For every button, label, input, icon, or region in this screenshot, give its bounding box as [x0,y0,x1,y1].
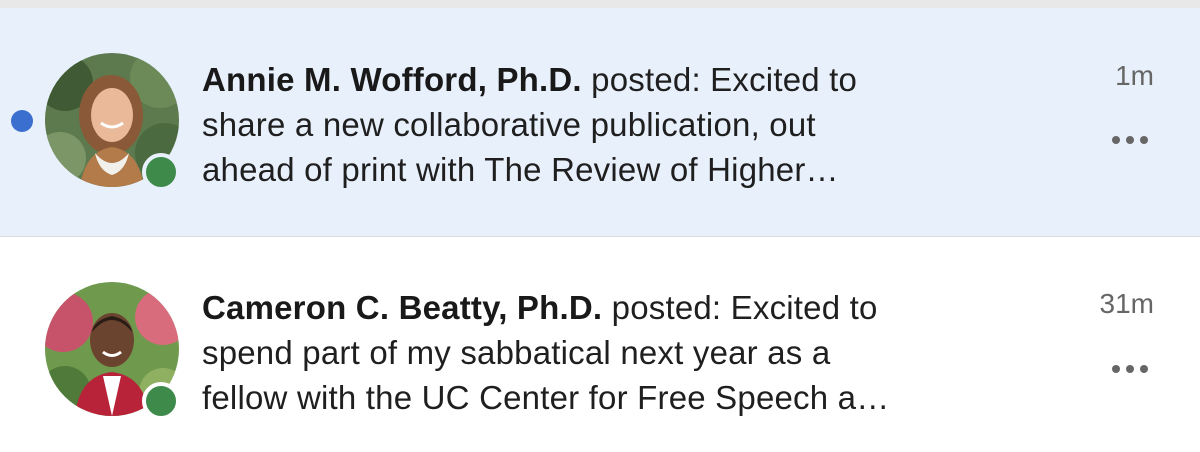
notification-line-2: share a new collaborative publication, o… [202,106,816,143]
unread-dot-icon [11,110,33,132]
notification-line-3: fellow with the UC Center for Free Speec… [202,379,890,416]
notification-line-1: Cameron C. Beatty, Ph.D. posted: Excited… [202,285,1032,330]
more-options-icon[interactable] [1112,363,1152,375]
author-name[interactable]: Annie M. Wofford, Ph.D. [202,61,582,98]
more-options-icon[interactable] [1112,134,1152,146]
notification-item[interactable]: Annie M. Wofford, Ph.D. posted: Excited … [0,8,1200,236]
notification-line-2: spend part of my sabbatical next year as… [202,334,831,371]
notification-line-1: Annie M. Wofford, Ph.D. posted: Excited … [202,57,1032,102]
top-divider [0,0,1200,8]
timestamp: 1m [1115,60,1154,91]
notification-item[interactable]: Cameron C. Beatty, Ph.D. posted: Excited… [0,237,1200,452]
notification-text: Annie M. Wofford, Ph.D. posted: Excited … [202,57,1032,192]
notification-text: Cameron C. Beatty, Ph.D. posted: Excited… [202,285,1032,420]
notification-action: posted: Excited to [602,289,878,326]
timestamp: 31m [1099,288,1154,319]
author-name[interactable]: Cameron C. Beatty, Ph.D. [202,289,602,326]
online-status-icon [142,153,180,191]
notification-line-3: ahead of print with The Review of Higher… [202,151,839,188]
notification-action: posted: Excited to [581,61,858,98]
online-status-icon [142,382,180,420]
